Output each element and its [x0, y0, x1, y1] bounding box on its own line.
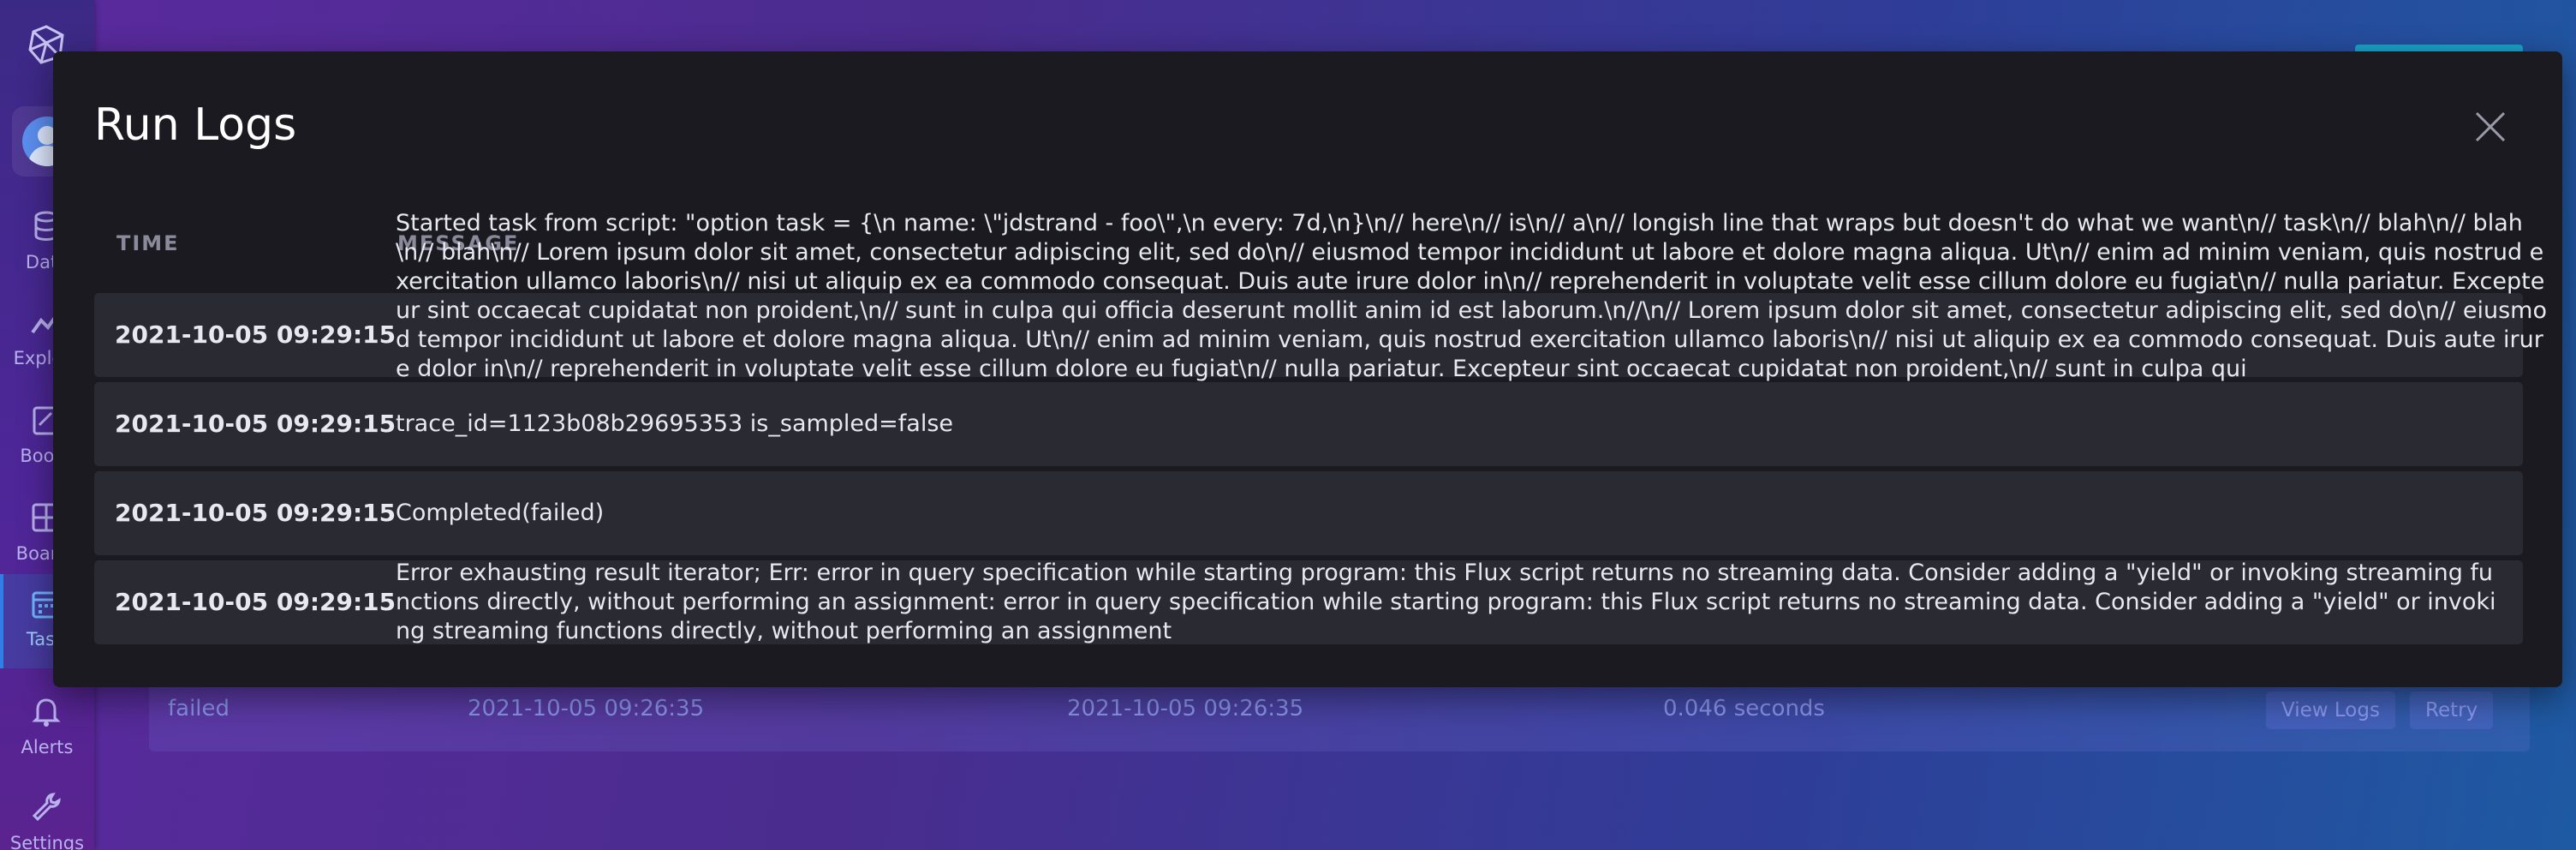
log-message: trace_id=1123b08b29695353 is_sampled=fal…: [396, 410, 954, 437]
log-row: 2021-10-05 09:29:15 Error exhausting res…: [94, 560, 2523, 644]
run-started-at: 2021-10-05 09:26:35: [1067, 696, 1304, 721]
log-message: Completed(failed): [396, 500, 605, 526]
log-message: Error exhausting result iterator; Err: e…: [396, 560, 2496, 644]
nav-label: Settings: [9, 833, 85, 850]
run-logs-modal: Run Logs TIME MESSAGE 2021-10-05 09:29:1…: [53, 51, 2562, 687]
run-scheduled-for: 2021-10-05 09:26:35: [468, 696, 705, 721]
log-time: 2021-10-05 09:29:15: [115, 588, 397, 616]
run-duration: 0.046 seconds: [1663, 696, 1825, 721]
modal-title: Run Logs: [94, 99, 297, 151]
log-row: 2021-10-05 09:29:15 Completed(failed): [94, 471, 2523, 555]
nav-label: Alerts: [21, 737, 74, 757]
run-status: failed: [168, 696, 230, 721]
close-icon[interactable]: [2468, 105, 2513, 149]
column-header-time: TIME: [116, 231, 180, 255]
nav-item-settings[interactable]: Settings: [0, 778, 94, 850]
retry-button[interactable]: Retry: [2410, 691, 2494, 729]
log-row: 2021-10-05 09:29:15: [94, 293, 2523, 377]
task-run-row: failed 2021-10-05 09:26:35 2021-10-05 09…: [149, 679, 2530, 751]
column-header-message: MESSAGE: [397, 231, 520, 255]
nav-item-alerts[interactable]: Alerts: [0, 682, 94, 776]
log-time: 2021-10-05 09:29:15: [115, 320, 397, 349]
log-time: 2021-10-05 09:29:15: [115, 499, 397, 527]
log-time: 2021-10-05 09:29:15: [115, 410, 397, 438]
wrench-icon: [32, 793, 61, 822]
log-row: 2021-10-05 09:29:15 trace_id=1123b08b296…: [94, 382, 2523, 466]
view-logs-button[interactable]: View Logs: [2266, 691, 2395, 729]
bell-icon: [32, 698, 61, 727]
